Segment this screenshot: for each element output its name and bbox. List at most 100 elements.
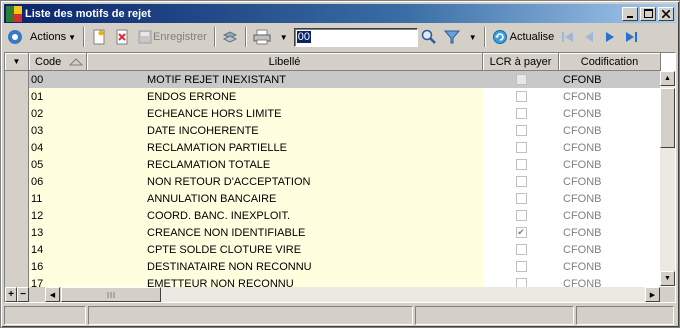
- lcr-checkbox[interactable]: [515, 108, 527, 119]
- cell-libelle[interactable]: ANNULATION BANCAIRE: [87, 190, 483, 207]
- row-menu-button[interactable]: ▼: [5, 53, 29, 71]
- filter-button[interactable]: [441, 26, 463, 48]
- cell-codification[interactable]: CFONB: [559, 241, 661, 258]
- search-button[interactable]: [418, 26, 440, 48]
- delete-button[interactable]: [111, 26, 133, 48]
- minimize-button[interactable]: [622, 6, 638, 21]
- lcr-checkbox[interactable]: [515, 74, 527, 85]
- title-bar[interactable]: Liste des motifs de rejet: [4, 4, 676, 23]
- table-row[interactable]: 00 MOTIF REJET INEXISTANT CFONB: [5, 71, 661, 88]
- row-selector[interactable]: [5, 173, 29, 190]
- lcr-checkbox[interactable]: [515, 261, 527, 272]
- cell-code[interactable]: 00: [29, 71, 87, 88]
- remove-row-button[interactable]: −: [17, 287, 29, 302]
- scroll-right-button[interactable]: ▶: [645, 287, 660, 302]
- maximize-button[interactable]: [640, 6, 656, 21]
- vertical-scroll-thumb[interactable]: [660, 88, 675, 148]
- lcr-checkbox[interactable]: [515, 91, 527, 102]
- table-row[interactable]: 06 NON RETOUR D'ACCEPTATION CFONB: [5, 173, 661, 190]
- cell-libelle[interactable]: NON RETOUR D'ACCEPTATION: [87, 173, 483, 190]
- column-header-code[interactable]: Code: [29, 53, 87, 71]
- table-row[interactable]: 14 CPTE SOLDE CLOTURE VIRE CFONB: [5, 241, 661, 258]
- cell-lcr[interactable]: [483, 139, 559, 156]
- cell-code[interactable]: 03: [29, 122, 87, 139]
- lcr-checkbox[interactable]: [515, 176, 527, 187]
- scroll-left-button[interactable]: ◀: [45, 287, 60, 302]
- table-row[interactable]: 12 COORD. BANC. INEXPLOIT. CFONB: [5, 207, 661, 224]
- row-selector[interactable]: [5, 156, 29, 173]
- row-selector[interactable]: [5, 71, 29, 88]
- row-selector[interactable]: [5, 207, 29, 224]
- cell-libelle[interactable]: RECLAMATION PARTIELLE: [87, 139, 483, 156]
- print-button[interactable]: [250, 26, 274, 48]
- scroll-up-button[interactable]: ▲: [660, 71, 675, 86]
- cell-codification[interactable]: CFONB: [559, 258, 661, 275]
- cell-code[interactable]: 11: [29, 190, 87, 207]
- cell-libelle[interactable]: MOTIF REJET INEXISTANT: [87, 71, 483, 88]
- cell-lcr[interactable]: ✔: [483, 224, 559, 241]
- row-selector[interactable]: [5, 258, 29, 275]
- filter-menu-button[interactable]: ▼: [464, 26, 480, 48]
- cell-libelle[interactable]: COORD. BANC. INEXPLOIT.: [87, 207, 483, 224]
- cell-lcr[interactable]: [483, 258, 559, 275]
- row-selector[interactable]: [5, 122, 29, 139]
- refresh-button[interactable]: Actualise: [489, 26, 558, 48]
- row-selector[interactable]: [5, 88, 29, 105]
- cell-code[interactable]: 14: [29, 241, 87, 258]
- search-input[interactable]: 00: [293, 27, 418, 47]
- cell-lcr[interactable]: [483, 173, 559, 190]
- close-button[interactable]: [658, 6, 674, 21]
- lcr-checkbox[interactable]: [515, 210, 527, 221]
- table-row[interactable]: 04 RECLAMATION PARTIELLE CFONB: [5, 139, 661, 156]
- actions-menu-button[interactable]: Actions ▼: [27, 26, 79, 48]
- cell-code[interactable]: 06: [29, 173, 87, 190]
- row-selector[interactable]: [5, 241, 29, 258]
- cell-codification[interactable]: CFONB: [559, 88, 661, 105]
- column-header-codification[interactable]: Codification: [559, 53, 661, 71]
- lcr-checkbox[interactable]: [515, 244, 527, 255]
- cell-lcr[interactable]: [483, 156, 559, 173]
- cell-libelle[interactable]: RECLAMATION TOTALE: [87, 156, 483, 173]
- cell-libelle[interactable]: CREANCE NON IDENTIFIABLE: [87, 224, 483, 241]
- cell-codification[interactable]: CFONB: [559, 139, 661, 156]
- cell-codification[interactable]: CFONB: [559, 207, 661, 224]
- lcr-checkbox[interactable]: [515, 159, 527, 170]
- cell-libelle[interactable]: DATE INCOHERENTE: [87, 122, 483, 139]
- lcr-checkbox[interactable]: [515, 142, 527, 153]
- cell-codification[interactable]: CFONB: [559, 105, 661, 122]
- table-row[interactable]: 01 ENDOS ERRONE CFONB: [5, 88, 661, 105]
- cell-code[interactable]: 13: [29, 224, 87, 241]
- cell-libelle[interactable]: ENDOS ERRONE: [87, 88, 483, 105]
- new-button[interactable]: [88, 26, 110, 48]
- table-row[interactable]: 02 ECHEANCE HORS LIMITE CFONB: [5, 105, 661, 122]
- table-row[interactable]: 03 DATE INCOHERENTE CFONB: [5, 122, 661, 139]
- last-record-button[interactable]: [621, 26, 641, 48]
- options-button[interactable]: [4, 26, 26, 48]
- cell-codification[interactable]: CFONB: [559, 122, 661, 139]
- row-selector[interactable]: [5, 190, 29, 207]
- cell-lcr[interactable]: [483, 207, 559, 224]
- row-selector[interactable]: [5, 139, 29, 156]
- row-selector[interactable]: [5, 105, 29, 122]
- lcr-checkbox[interactable]: [515, 193, 527, 204]
- horizontal-scroll-thumb[interactable]: [61, 287, 161, 302]
- cell-codification[interactable]: CFONB: [559, 173, 661, 190]
- cell-codification[interactable]: CFONB: [559, 190, 661, 207]
- lcr-checkbox[interactable]: [515, 125, 527, 136]
- first-record-button[interactable]: [558, 26, 578, 48]
- cell-code[interactable]: 01: [29, 88, 87, 105]
- row-selector[interactable]: [5, 224, 29, 241]
- cell-lcr[interactable]: [483, 122, 559, 139]
- cell-codification[interactable]: CFONB: [559, 224, 661, 241]
- cell-codification[interactable]: CFONB: [559, 156, 661, 173]
- column-header-lcr[interactable]: LCR à payer: [483, 53, 559, 71]
- cell-lcr[interactable]: [483, 241, 559, 258]
- add-row-button[interactable]: +: [5, 287, 17, 302]
- column-header-libelle[interactable]: Libellé: [87, 53, 483, 71]
- table-row[interactable]: 16 DESTINATAIRE NON RECONNU CFONB: [5, 258, 661, 275]
- cell-libelle[interactable]: ECHEANCE HORS LIMITE: [87, 105, 483, 122]
- cell-lcr[interactable]: [483, 190, 559, 207]
- print-menu-button[interactable]: ▼: [275, 26, 291, 48]
- next-record-button[interactable]: [600, 26, 620, 48]
- cell-libelle[interactable]: DESTINATAIRE NON RECONNU: [87, 258, 483, 275]
